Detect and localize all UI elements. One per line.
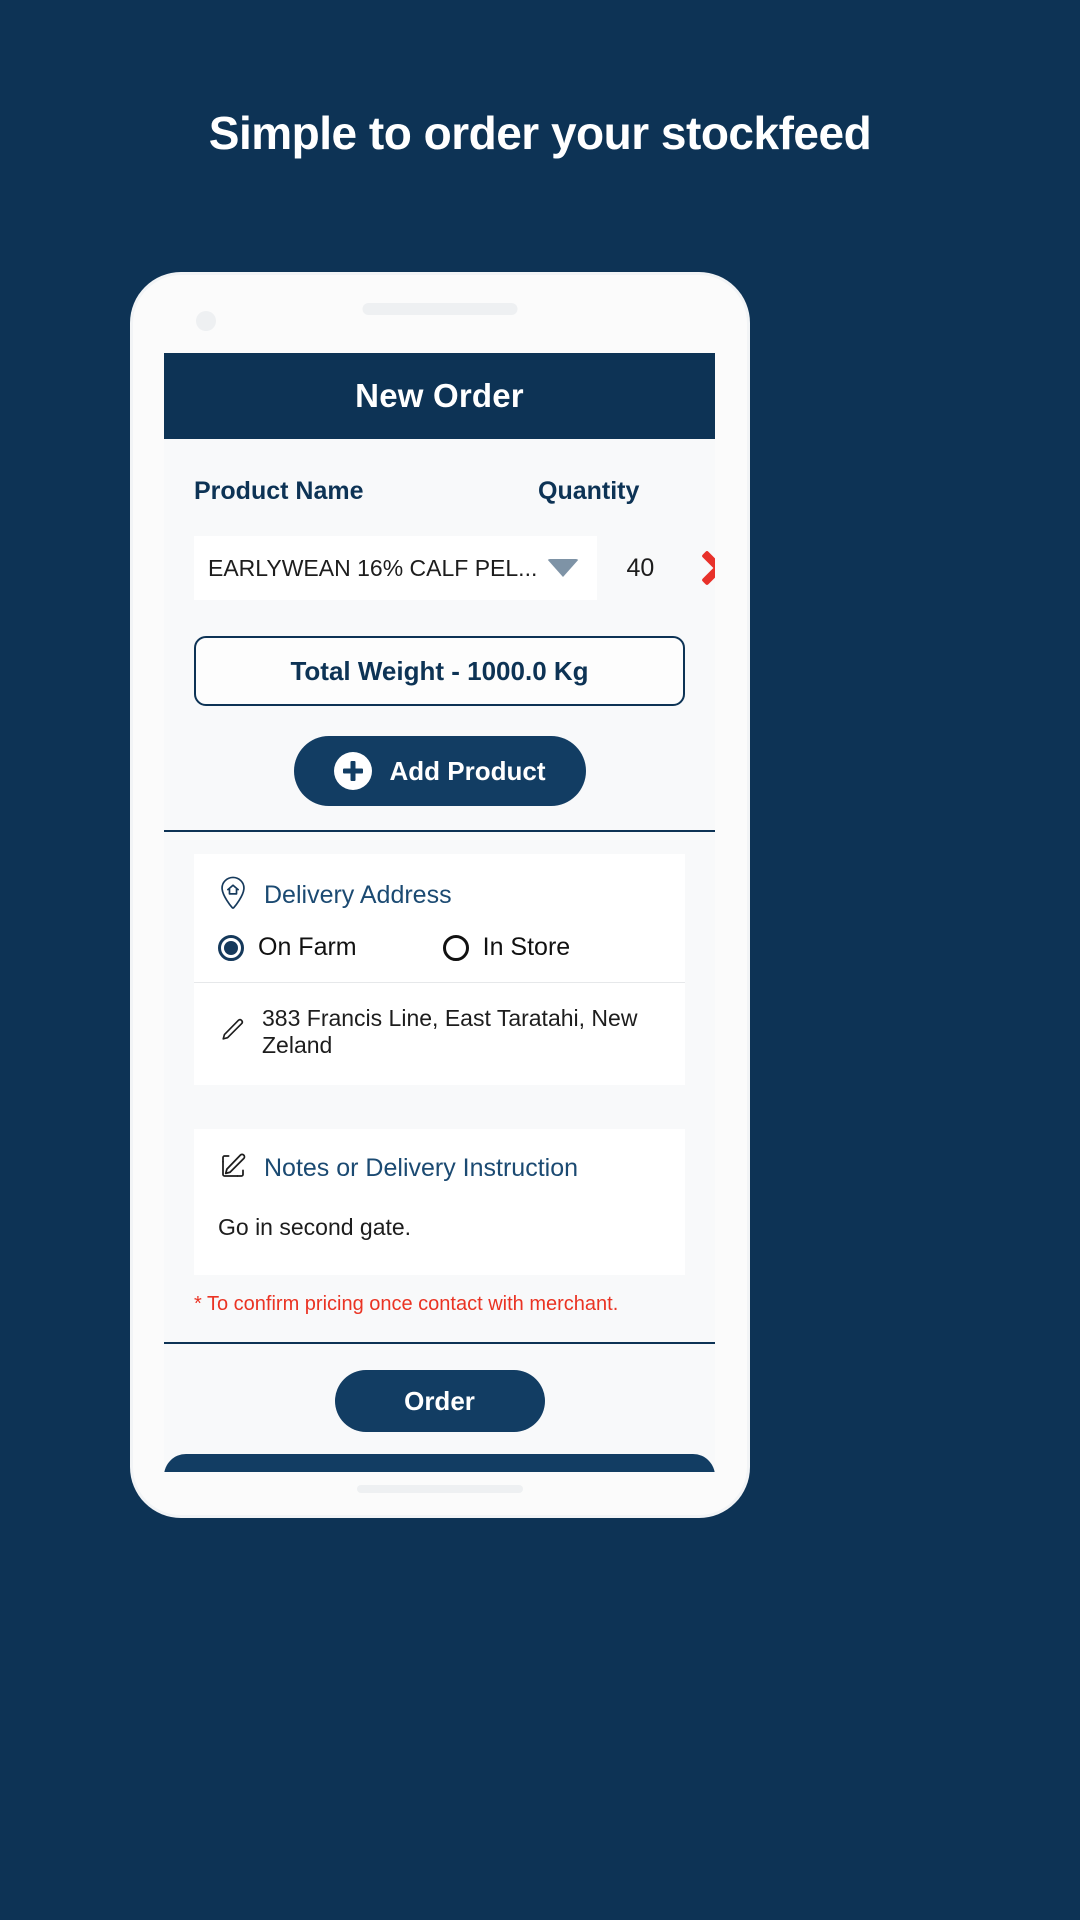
order-button[interactable]: Order bbox=[334, 1370, 545, 1432]
column-headers: Product Name Quantity bbox=[164, 439, 715, 506]
pencil-icon bbox=[218, 1016, 246, 1049]
product-select[interactable]: EARLYWEAN 16% CALF PEL... bbox=[194, 536, 598, 600]
chevron-down-icon bbox=[547, 559, 580, 577]
product-select-value: EARLYWEAN 16% CALF PEL... bbox=[208, 554, 538, 581]
bottom-navigation: Order New Orders bbox=[164, 1454, 715, 1472]
column-header-quantity: Quantity bbox=[538, 477, 640, 505]
radio-icon-unselected bbox=[442, 934, 469, 961]
phone-camera-icon bbox=[196, 311, 216, 331]
poster-stage: Simple to order your stockfeed New Order… bbox=[0, 0, 1080, 1920]
phone-speaker bbox=[362, 303, 518, 315]
quantity-input[interactable]: 40 bbox=[597, 554, 683, 583]
delivery-type-options: On Farm In Store bbox=[194, 929, 685, 983]
pricing-disclaimer: * To confirm pricing once contact with m… bbox=[194, 1293, 619, 1315]
radio-icon-selected bbox=[218, 934, 244, 961]
radio-option-in-store[interactable]: In Store bbox=[442, 933, 571, 962]
column-header-product: Product Name bbox=[194, 477, 364, 505]
radio-option-on-farm[interactable]: On Farm bbox=[218, 933, 357, 962]
app-title: New Order bbox=[355, 377, 524, 414]
radio-label-on-farm: On Farm bbox=[258, 933, 357, 961]
home-pin-icon bbox=[218, 876, 248, 915]
product-row: EARLYWEAN 16% CALF PEL... 40 bbox=[164, 506, 715, 600]
delivery-address-title: Delivery Address bbox=[264, 881, 452, 909]
app-header: New Order bbox=[164, 353, 715, 439]
delivery-address-card: Delivery Address On Farm In Store 383 Fr… bbox=[194, 854, 685, 1085]
total-weight-display: Total Weight - 1000.0 Kg bbox=[194, 636, 685, 706]
delivery-address-value: 383 Francis Line, East Taratahi, New Zel… bbox=[262, 1005, 638, 1058]
app-screen: New Order Product Name Quantity EARLYWEA… bbox=[164, 353, 715, 1472]
radio-label-in-store: In Store bbox=[482, 933, 571, 961]
plus-icon bbox=[333, 752, 372, 790]
delivery-address-row[interactable]: 383 Francis Line, East Taratahi, New Zel… bbox=[194, 983, 685, 1085]
order-button-container: Order bbox=[164, 1344, 715, 1454]
delivery-address-header: Delivery Address bbox=[194, 854, 685, 929]
phone-home-indicator bbox=[357, 1485, 523, 1493]
page-title: Simple to order your stockfeed bbox=[208, 107, 872, 159]
notes-header: Notes or Delivery Instruction bbox=[194, 1129, 685, 1200]
add-product-label: Add Product bbox=[389, 755, 546, 786]
remove-product-icon[interactable] bbox=[697, 546, 715, 590]
add-product-button[interactable]: Add Product bbox=[293, 736, 586, 806]
notes-card: Notes or Delivery Instruction Go in seco… bbox=[194, 1129, 685, 1275]
pencil-square-icon bbox=[218, 1151, 248, 1186]
phone-mockup: New Order Product Name Quantity EARLYWEA… bbox=[133, 275, 747, 1515]
delivery-section: Delivery Address On Farm In Store 383 Fr… bbox=[164, 832, 715, 1344]
notes-title: Notes or Delivery Instruction bbox=[264, 1154, 579, 1182]
notes-value[interactable]: Go in second gate. bbox=[194, 1200, 685, 1275]
order-products-panel: Product Name Quantity EARLYWEAN 16% CALF… bbox=[164, 439, 715, 832]
